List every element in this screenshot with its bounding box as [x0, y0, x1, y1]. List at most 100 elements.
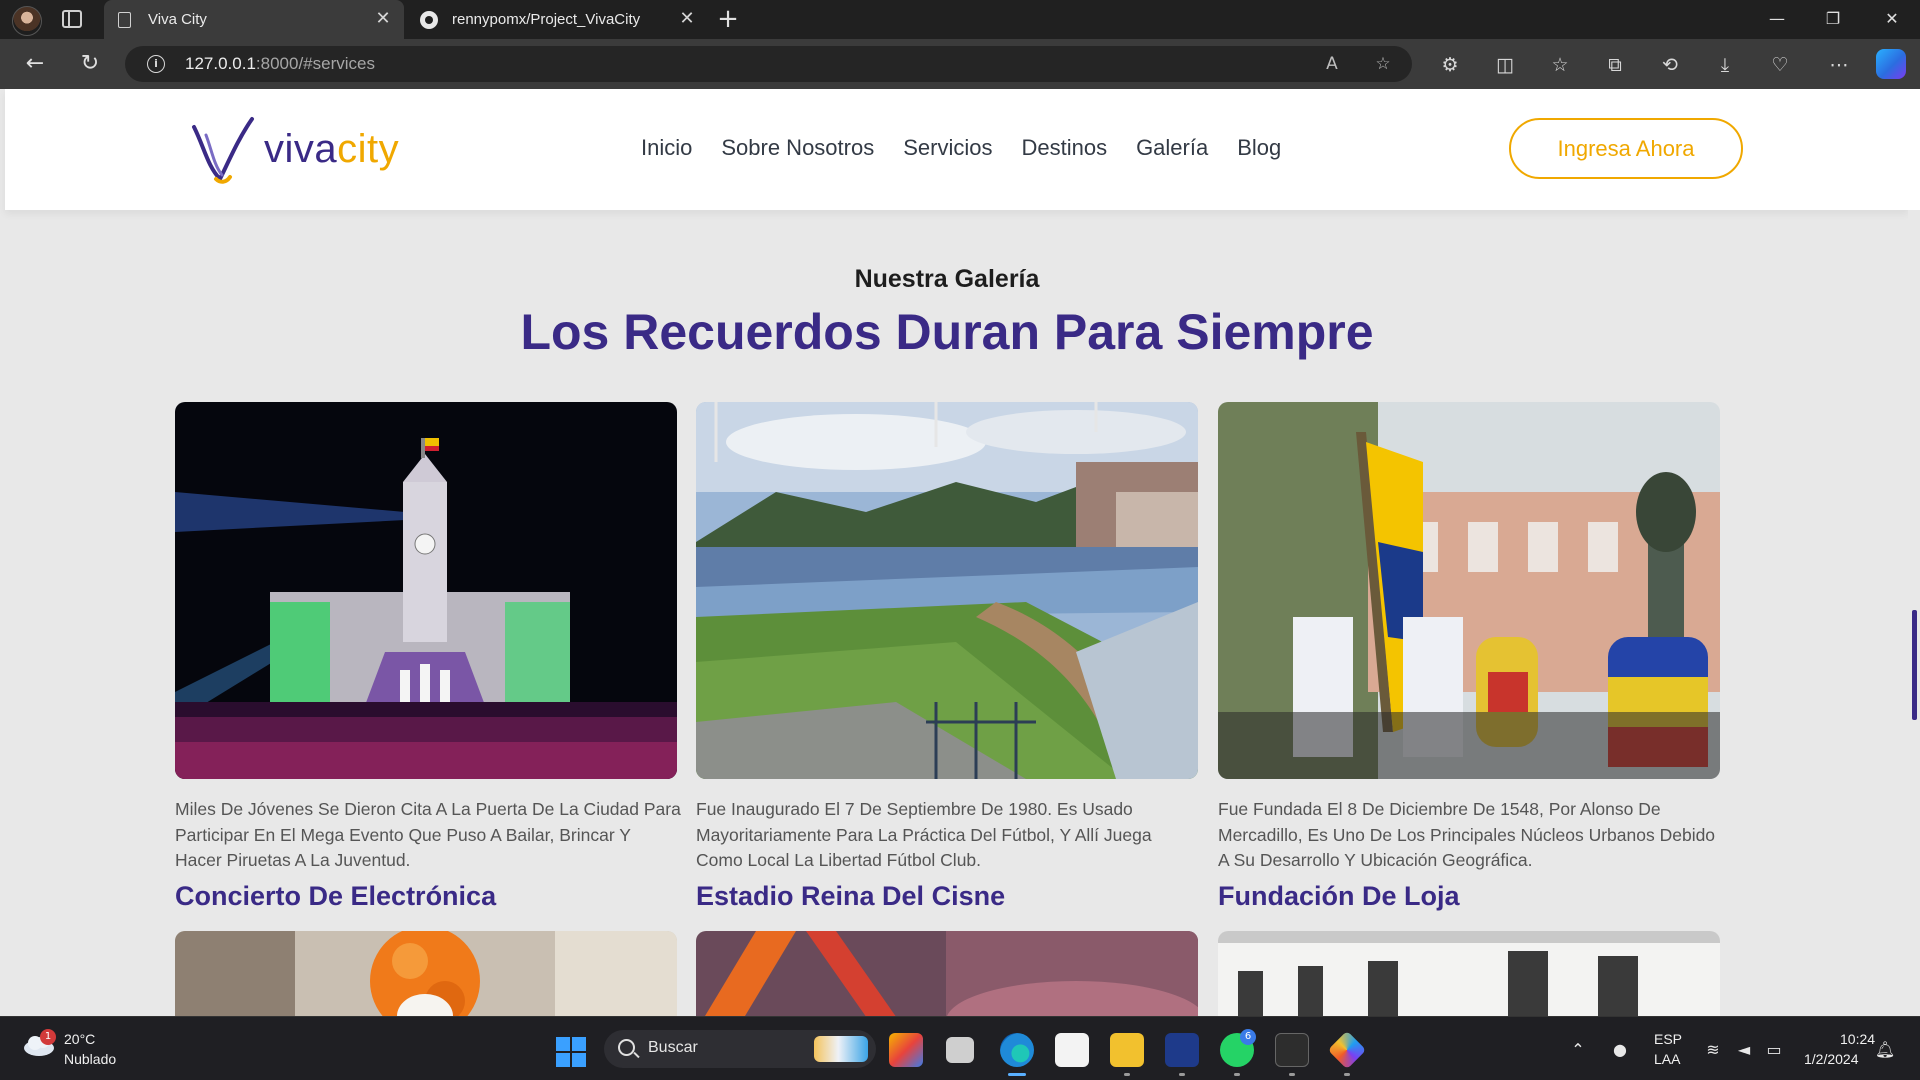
nav-link-galeria[interactable]: Galería — [1136, 135, 1208, 161]
page-scrollbar[interactable] — [1908, 210, 1920, 1016]
security-status-icon[interactable]: ● — [1609, 1039, 1631, 1061]
microsoft-store-icon[interactable] — [1055, 1033, 1089, 1067]
task-view-icon[interactable] — [946, 1037, 974, 1063]
nav-link-destinos[interactable]: Destinos — [1021, 135, 1107, 161]
back-button[interactable]: ← — [20, 50, 50, 80]
card-title[interactable]: Concierto De Electrónica — [175, 881, 496, 912]
nav-link-servicios[interactable]: Servicios — [903, 135, 992, 161]
row2-photo-1 — [175, 931, 677, 1016]
tab-title: Viva City — [148, 11, 207, 28]
chevron-up-icon[interactable]: ⌃ — [1567, 1039, 1589, 1061]
gallery-image-loja[interactable] — [1218, 402, 1720, 779]
nav-link-sobre-nosotros[interactable]: Sobre Nosotros — [721, 135, 874, 161]
restore-button[interactable]: ❐ — [1805, 0, 1861, 39]
profile-avatar[interactable] — [12, 6, 42, 36]
favorite-star-icon[interactable]: ☆ — [1371, 52, 1395, 76]
minimize-button[interactable]: — — [1749, 0, 1805, 39]
concert-photo — [175, 402, 677, 779]
keyboard-layout[interactable]: LAA — [1654, 1051, 1680, 1067]
volume-icon[interactable]: ◄ — [1733, 1039, 1755, 1061]
notifications-bell-icon[interactable]: 🔔︎ — [1874, 1039, 1896, 1061]
header-edge — [1909, 89, 1920, 210]
row2-photo-3 — [1218, 931, 1720, 1016]
collections-icon[interactable]: ⧉ — [1602, 52, 1628, 78]
gallery-image-stadium[interactable] — [696, 402, 1198, 779]
url-text[interactable]: 127.0.0.1:8000/#services — [185, 54, 375, 74]
scrollbar-thumb[interactable] — [1912, 610, 1917, 720]
nav-link-blog[interactable]: Blog — [1237, 135, 1281, 161]
new-tab-button[interactable]: + — [714, 6, 742, 34]
language-code[interactable]: ESP — [1654, 1031, 1682, 1047]
dev-tool-icon[interactable] — [1327, 1030, 1367, 1070]
logo-text-part1: viva — [264, 126, 338, 171]
nav-link-inicio[interactable]: Inicio — [641, 135, 692, 161]
browser-toolbar: ← ↻ i 127.0.0.1:8000/#services A ☆ ⚙ ◫ ☆… — [0, 39, 1920, 89]
clock-date[interactable]: 1/2/2024 — [1804, 1051, 1859, 1067]
whatsapp-badge: 6 — [1240, 1029, 1256, 1045]
card-title[interactable]: Fundación De Loja — [1218, 881, 1460, 912]
github-icon — [420, 11, 438, 29]
gallery-image-row2-3[interactable] — [1218, 931, 1720, 1016]
windows-taskbar: 1 20°C Nublado Buscar 6 ⌃ ● ESP LAA ≋ ◄ … — [0, 1016, 1920, 1080]
edge-active-indicator — [1008, 1073, 1026, 1076]
close-tab-icon[interactable]: ✕ — [372, 8, 394, 30]
close-tab-icon[interactable]: ✕ — [676, 8, 698, 30]
card-description: Fue Inaugurado El 7 De Septiembre De 198… — [696, 799, 1152, 870]
history-icon[interactable]: ⟲ — [1657, 52, 1683, 78]
browser-essentials-icon[interactable]: ♡ — [1767, 52, 1793, 78]
battery-icon[interactable]: ▭ — [1763, 1039, 1785, 1061]
card-title[interactable]: Estadio Reina Del Cisne — [696, 881, 1005, 912]
tab-github-project[interactable]: rennypomx/Project_VivaCity ✕ — [408, 0, 708, 39]
copilot-app-icon[interactable] — [889, 1033, 923, 1067]
tab-viva-city[interactable]: Viva City ✕ — [104, 0, 404, 39]
ingresa-ahora-button[interactable]: Ingresa Ahora — [1509, 118, 1743, 179]
card-description: Fue Fundada El 8 De Diciembre De 1548, P… — [1218, 799, 1716, 870]
logo-wordmark: vivacity — [264, 127, 399, 172]
favorites-icon[interactable]: ☆ — [1547, 52, 1573, 78]
devtool-running-indicator — [1344, 1073, 1350, 1076]
close-window-button[interactable]: ✕ — [1864, 0, 1920, 39]
logo-text-part2: city — [337, 126, 400, 171]
weather-alert-badge: 1 — [40, 1029, 56, 1045]
downloads-icon[interactable]: ⤓ — [1712, 52, 1738, 78]
gallery-subtitle: Nuestra Galería — [854, 265, 1040, 293]
page-viewport: vivacity Inicio Sobre Nosotros Servicios… — [0, 89, 1920, 1016]
search-icon — [618, 1039, 635, 1056]
gallery-image-concert[interactable] — [175, 402, 677, 779]
url-host: 127.0.0.1 — [185, 54, 256, 73]
read-aloud-icon[interactable]: A — [1320, 52, 1344, 76]
whatsapp-running-indicator — [1234, 1073, 1240, 1076]
more-menu-icon[interactable]: ⋯ — [1826, 52, 1852, 78]
search-placeholder: Buscar — [648, 1039, 698, 1056]
clock-time[interactable]: 10:24 — [1840, 1031, 1875, 1047]
explorer-running-indicator — [1124, 1073, 1130, 1076]
site-logo[interactable]: vivacity — [190, 109, 399, 189]
stadium-photo — [696, 402, 1198, 779]
weather-temperature[interactable]: 20°C — [64, 1031, 95, 1047]
gallery-title: Los Recuerdos Duran Para Siempre — [520, 304, 1374, 360]
site-info-icon[interactable]: i — [147, 55, 165, 73]
github-desktop-icon[interactable] — [1165, 1033, 1199, 1067]
loja-photo — [1218, 402, 1720, 779]
wifi-icon[interactable]: ≋ — [1702, 1039, 1724, 1061]
terminal-running-indicator — [1289, 1073, 1295, 1076]
file-explorer-icon[interactable] — [1110, 1033, 1144, 1067]
gallery-image-row2-1[interactable] — [175, 931, 677, 1016]
page-icon — [118, 12, 131, 28]
split-screen-icon[interactable]: ◫ — [1492, 52, 1518, 78]
copilot-icon[interactable] — [1876, 49, 1906, 79]
taskbar-search[interactable]: Buscar — [604, 1030, 876, 1068]
extensions-icon[interactable]: ⚙ — [1437, 52, 1463, 78]
weather-description[interactable]: Nublado — [64, 1051, 116, 1067]
reload-button[interactable]: ↻ — [75, 50, 105, 80]
gallery-image-row2-2[interactable] — [696, 931, 1198, 1016]
browser-titlebar: Viva City ✕ rennypomx/Project_VivaCity ✕… — [0, 0, 1920, 39]
github-running-indicator — [1179, 1073, 1185, 1076]
tab-actions-icon[interactable] — [62, 10, 82, 28]
tab-title: rennypomx/Project_VivaCity — [452, 11, 641, 28]
address-bar[interactable]: i 127.0.0.1:8000/#services A ☆ — [125, 46, 1412, 82]
edge-browser-icon[interactable] — [1000, 1033, 1034, 1067]
terminal-icon[interactable] — [1275, 1033, 1309, 1067]
windows-start-icon[interactable] — [556, 1037, 586, 1067]
search-highlight-image — [814, 1036, 868, 1062]
